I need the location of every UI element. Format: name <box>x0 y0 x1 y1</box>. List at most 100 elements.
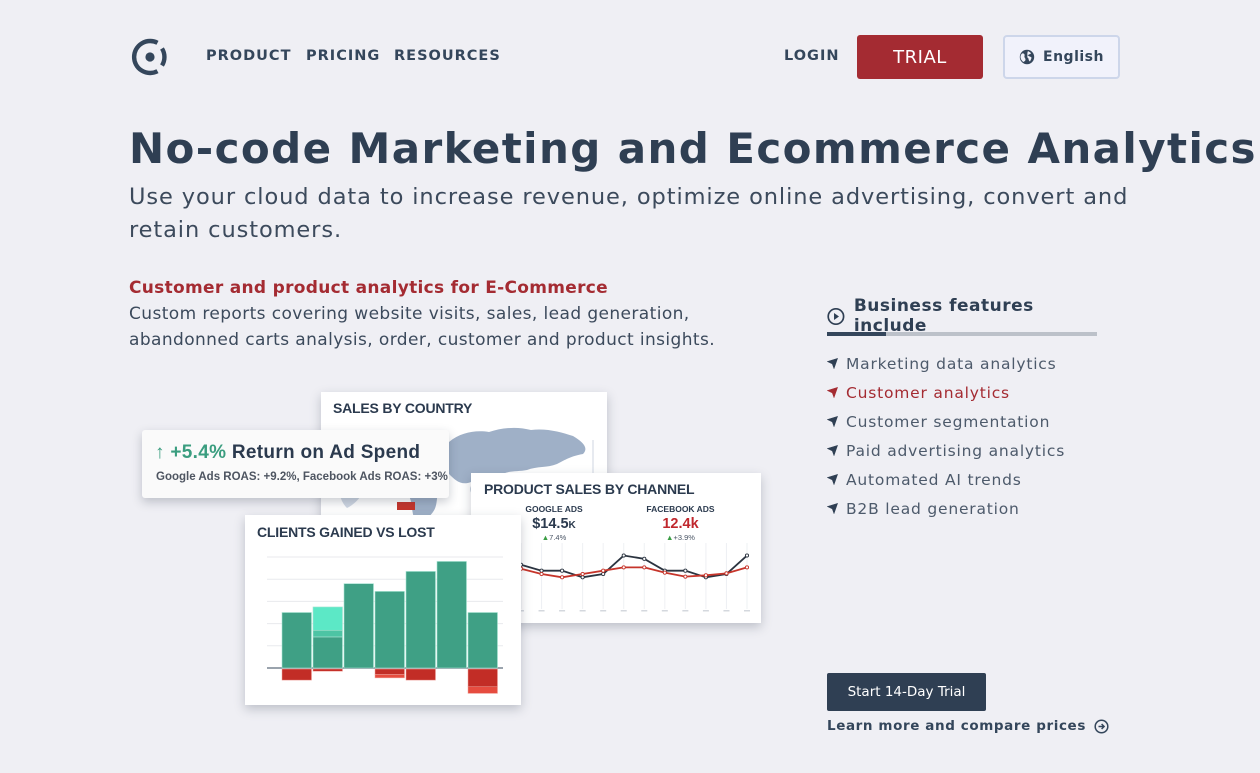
data-point <box>662 570 667 575</box>
x-tick-label <box>682 610 689 612</box>
start-trial-button[interactable]: Start 14-Day Trial <box>827 673 986 711</box>
section-heading: Customer and product analytics for E-Com… <box>129 278 609 298</box>
data-point <box>539 568 544 573</box>
bar-lost <box>281 668 312 681</box>
bar-gained <box>374 591 405 669</box>
data-point <box>580 575 585 580</box>
language-label: English <box>1043 49 1104 65</box>
bar-gained <box>281 612 312 669</box>
feature-label: Marketing data analytics <box>846 354 1057 373</box>
bar-lost <box>467 668 498 688</box>
feature-label: Automated AI trends <box>846 470 1022 489</box>
paper-plane-icon <box>827 503 838 514</box>
kpi-value: $14.5K <box>532 516 576 532</box>
play-circle-icon <box>827 307 845 325</box>
data-point <box>642 565 647 570</box>
roas-card: ↑ +5.4% Return on Ad Spend Google Ads RO… <box>142 430 449 498</box>
feature-item[interactable]: B2B lead generation <box>827 494 1097 523</box>
clients-gained-vs-lost-card: CLIENTS GAINED VS LOST <box>245 515 521 705</box>
map-tooltip-marker <box>397 502 415 510</box>
x-tick-label <box>744 610 750 612</box>
x-tick-label <box>620 610 627 612</box>
features-title: Business features include <box>827 296 1097 336</box>
data-point <box>703 573 708 578</box>
business-features: Business features include Marketing data… <box>827 296 1097 523</box>
paper-plane-icon <box>827 416 838 427</box>
feature-item[interactable]: Customer analytics <box>827 378 1097 407</box>
feature-list: Marketing data analytics Customer analyti… <box>827 349 1097 523</box>
arrow-up-icon: ↑ <box>155 442 165 463</box>
bar-lost <box>405 668 436 681</box>
bar-gained <box>343 583 374 669</box>
nav-link-product[interactable]: PRODUCT <box>206 48 291 64</box>
bar-gained <box>312 606 343 631</box>
data-point <box>683 574 688 579</box>
bar-gained <box>312 629 343 638</box>
data-point <box>560 568 565 573</box>
learn-more-link[interactable]: Learn more and compare prices <box>827 718 1109 734</box>
roas-headline: ↑ +5.4% Return on Ad Spend <box>155 442 420 464</box>
card-title: PRODUCT SALES BY CHANNEL <box>484 481 695 497</box>
feature-item[interactable]: Automated AI trends <box>827 465 1097 494</box>
bar-lost <box>374 674 405 679</box>
x-tick-label <box>579 610 586 612</box>
bar-lost <box>467 686 498 694</box>
section-description: Custom reports covering website visits, … <box>129 304 716 350</box>
nav-link-pricing[interactable]: PRICING <box>306 48 380 64</box>
kpi-label: FACEBOOK ADS <box>646 504 715 514</box>
roas-change: +5.4% <box>170 442 227 463</box>
x-tick-label <box>600 610 607 612</box>
bar-chart <box>267 556 503 694</box>
x-tick-label <box>661 610 668 612</box>
bar-gained <box>405 571 436 669</box>
feature-item[interactable]: Customer segmentation <box>827 407 1097 436</box>
data-point <box>539 571 544 577</box>
data-point <box>744 553 750 558</box>
paper-plane-icon <box>827 358 838 369</box>
page-subtitle: Use your cloud data to increase revenue,… <box>129 184 1129 243</box>
feature-item[interactable]: Paid advertising analytics <box>827 436 1097 465</box>
x-tick-label <box>559 610 566 612</box>
kpi-value: 12.4k <box>662 516 699 532</box>
roas-label: Return on Ad Spend <box>231 442 421 463</box>
x-tick-label <box>702 610 709 612</box>
data-point <box>724 571 729 576</box>
data-point <box>744 565 750 570</box>
globe-icon <box>1019 49 1035 65</box>
data-point <box>601 571 606 577</box>
x-tick-label <box>538 610 545 612</box>
bar-gained <box>467 612 498 669</box>
trial-button[interactable]: TRIAL <box>857 35 983 79</box>
bar-gained <box>436 561 467 669</box>
bar-gained <box>312 636 343 669</box>
feature-label: B2B lead generation <box>846 499 1020 518</box>
data-point <box>683 568 688 573</box>
feature-label: Customer analytics <box>846 383 1010 402</box>
data-point <box>560 575 565 580</box>
target-circle-logo[interactable] <box>131 38 169 76</box>
language-selector[interactable]: English <box>1003 35 1120 79</box>
bar-lost <box>312 668 343 672</box>
paper-plane-icon <box>827 387 838 398</box>
roas-detail: Google Ads ROAS: +9.2%, Facebook Ads ROA… <box>156 471 448 483</box>
data-point <box>580 571 585 577</box>
x-tick-label <box>723 610 730 612</box>
arrow-right-circle-icon <box>1094 718 1109 734</box>
card-title: SALES BY COUNTRY <box>333 400 473 416</box>
feature-label: Paid advertising analytics <box>846 441 1066 460</box>
login-link[interactable]: LOGIN <box>784 48 839 64</box>
top-navigation: PRODUCT PRICING RESOURCES LOGIN TRIAL En… <box>0 0 1260 112</box>
features-underline <box>827 332 1097 336</box>
bar-lost <box>374 668 405 675</box>
paper-plane-icon <box>827 445 838 456</box>
feature-label: Customer segmentation <box>846 412 1051 431</box>
x-tick-label <box>641 610 648 612</box>
data-point <box>601 568 606 573</box>
data-point <box>621 553 626 558</box>
kpi-label: GOOGLE ADS <box>525 504 583 514</box>
data-point <box>621 565 626 570</box>
paper-plane-icon <box>827 474 838 485</box>
page-title: No-code Marketing and Ecommerce Analytic… <box>129 124 1257 173</box>
feature-item[interactable]: Marketing data analytics <box>827 349 1097 378</box>
nav-link-resources[interactable]: RESOURCES <box>394 48 501 64</box>
